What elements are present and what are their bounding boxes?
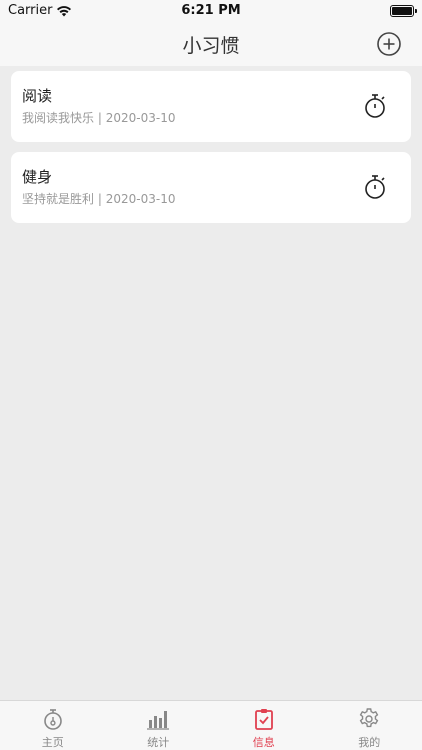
habit-card[interactable]: 健身 坚持就是胜利 | 2020-03-10 — [11, 152, 411, 223]
tab-label: 我的 — [358, 736, 381, 749]
habit-list: 阅读 我阅读我快乐 | 2020-03-10 健身 坚持就是胜利 | 2020-… — [0, 66, 422, 700]
stopwatch-icon[interactable] — [363, 93, 387, 119]
clipboard-check-icon — [254, 709, 273, 730]
stopwatch-icon[interactable] — [363, 174, 387, 200]
tab-info[interactable]: 信息 — [211, 701, 317, 750]
clock: 6:21 PM — [181, 3, 241, 18]
battery-icon — [390, 5, 417, 17]
page-title: 小习惯 — [182, 35, 240, 57]
nav-bar: 小习惯 — [0, 22, 422, 66]
tab-stats[interactable]: 统计 — [106, 701, 212, 750]
habit-separator: | — [97, 192, 102, 206]
tab-label: 主页 — [41, 736, 64, 749]
tab-home[interactable]: 主页 — [0, 701, 106, 750]
habit-meta: 坚持就是胜利 | 2020-03-10 — [22, 190, 175, 207]
bar-chart-icon — [147, 711, 170, 730]
stopwatch-icon — [43, 709, 62, 730]
status-bar: Carrier 6:21 PM — [0, 0, 422, 22]
habit-name: 阅读 — [22, 87, 53, 105]
habit-motto: 坚持就是胜利 — [22, 192, 95, 206]
habit-motto: 我阅读我快乐 — [22, 111, 95, 125]
gear-icon — [359, 708, 379, 728]
tab-label: 统计 — [147, 736, 170, 749]
tab-bar: 主页 统计 信息 我的 — [0, 700, 422, 750]
habit-separator: | — [97, 111, 102, 125]
tab-label: 信息 — [252, 736, 275, 749]
habit-name: 健身 — [22, 168, 53, 186]
habit-card[interactable]: 阅读 我阅读我快乐 | 2020-03-10 — [11, 71, 411, 142]
habit-meta: 我阅读我快乐 | 2020-03-10 — [22, 109, 175, 126]
habit-date: 2020-03-10 — [105, 111, 176, 125]
add-circle-icon[interactable] — [376, 31, 402, 57]
tab-profile[interactable]: 我的 — [317, 701, 422, 750]
habit-date: 2020-03-10 — [105, 192, 176, 206]
